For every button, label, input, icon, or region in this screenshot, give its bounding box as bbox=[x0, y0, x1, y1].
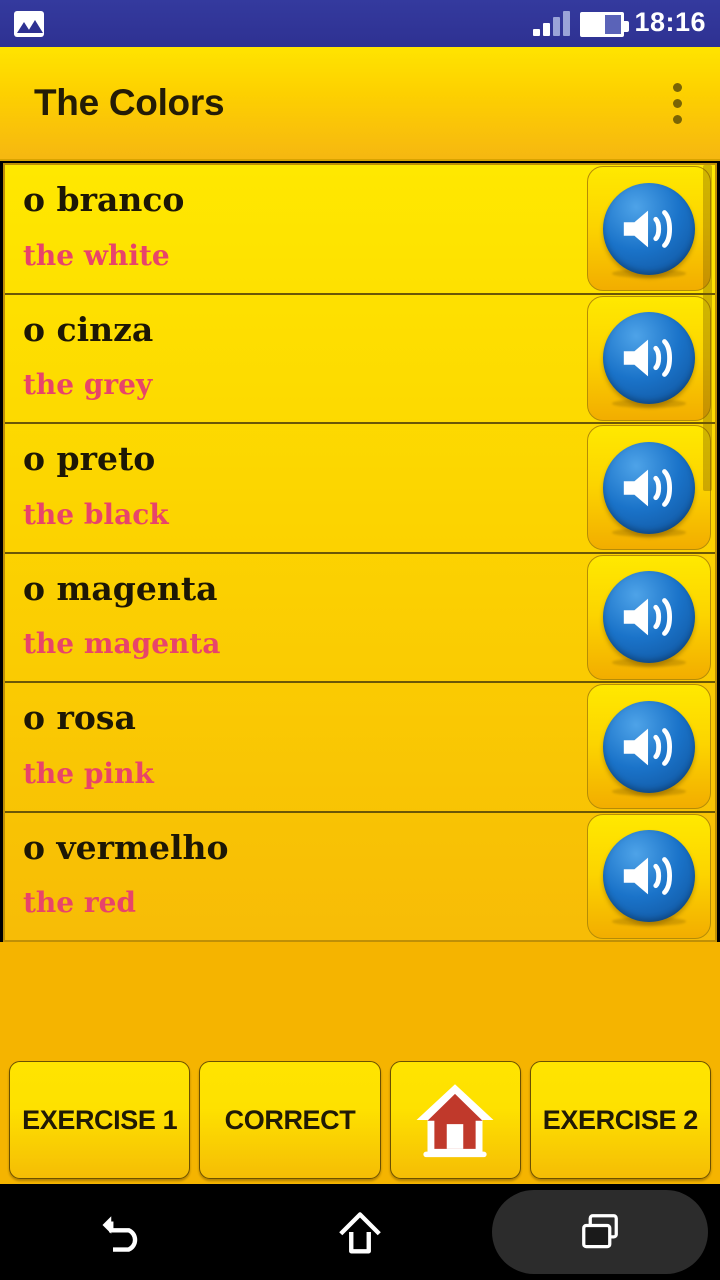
speaker-cell bbox=[583, 683, 715, 811]
signal-bars-icon bbox=[533, 10, 571, 39]
battery-icon bbox=[580, 11, 630, 37]
home-outline-icon bbox=[339, 1212, 381, 1254]
speaker-icon bbox=[603, 830, 695, 923]
list-item[interactable]: o rosa the pink bbox=[5, 683, 715, 813]
list-item-translation: the grey bbox=[23, 368, 153, 402]
nav-home-button[interactable] bbox=[240, 1184, 480, 1280]
speaker-cell bbox=[583, 554, 715, 682]
list-item-term: o magenta bbox=[23, 568, 218, 608]
nav-back-button[interactable] bbox=[0, 1184, 240, 1280]
speaker-icon bbox=[603, 441, 695, 534]
speaker-button[interactable] bbox=[587, 554, 711, 680]
recents-icon bbox=[582, 1214, 618, 1249]
speaker-button[interactable] bbox=[587, 684, 711, 810]
list-item-texts: o cinza the grey bbox=[5, 295, 583, 423]
speaker-cell bbox=[583, 813, 715, 941]
back-arrow-icon bbox=[102, 1216, 138, 1252]
list-item-term: o vermelho bbox=[23, 827, 229, 867]
speaker-icon bbox=[603, 700, 695, 793]
app-bar: The Colors bbox=[0, 47, 720, 161]
correct-button[interactable]: CORRECT bbox=[199, 1061, 381, 1179]
list-item[interactable]: o vermelho the red bbox=[5, 813, 715, 941]
nav-recents-button[interactable] bbox=[480, 1184, 720, 1280]
overflow-menu-icon[interactable] bbox=[667, 77, 688, 130]
vocabulary-list[interactable]: o branco the white o cinza the grey o pr… bbox=[3, 163, 717, 942]
list-item-term: o branco bbox=[23, 180, 185, 219]
exercise-2-button[interactable]: EXERCISE 2 bbox=[529, 1061, 711, 1179]
home-button[interactable] bbox=[389, 1061, 521, 1179]
status-bar-right: 18:16 bbox=[533, 6, 720, 39]
speaker-icon bbox=[603, 182, 695, 275]
gallery-icon bbox=[14, 10, 44, 37]
list-item-texts: o magenta the magenta bbox=[5, 554, 583, 682]
speaker-icon bbox=[603, 571, 695, 664]
list-item-term: o rosa bbox=[23, 698, 136, 737]
status-bar-left bbox=[0, 10, 44, 37]
list-item[interactable]: o cinza the grey bbox=[5, 295, 715, 424]
status-bar: 18:16 bbox=[0, 0, 720, 47]
list-item[interactable]: o magenta the magenta bbox=[5, 554, 715, 683]
app-screen: 18:16 The Colors o branco the white o ci… bbox=[0, 0, 720, 1280]
bottom-button-bar: EXERCISE 1 CORRECT EXERCISE 2 bbox=[0, 1056, 720, 1184]
list-item-term: o cinza bbox=[23, 309, 154, 349]
list-scrollbar[interactable] bbox=[703, 165, 712, 491]
list-item-texts: o rosa the pink bbox=[5, 683, 583, 811]
list-item-texts: o preto the black bbox=[5, 424, 583, 552]
page-title: The Colors bbox=[34, 82, 225, 123]
speaker-icon bbox=[603, 312, 695, 405]
list-item-translation: the pink bbox=[23, 756, 154, 790]
speaker-button[interactable] bbox=[587, 166, 711, 292]
list-item-texts: o branco the white bbox=[5, 165, 583, 293]
speaker-button[interactable] bbox=[587, 813, 711, 939]
android-nav-bar bbox=[0, 1184, 720, 1280]
list-item-translation: the white bbox=[23, 238, 170, 272]
list-item-texts: o vermelho the red bbox=[5, 813, 583, 941]
speaker-cell bbox=[583, 295, 715, 423]
status-bar-clock: 18:16 bbox=[634, 6, 706, 37]
speaker-button[interactable] bbox=[587, 425, 711, 551]
list-item-translation: the black bbox=[23, 497, 169, 531]
speaker-cell bbox=[583, 424, 715, 552]
speaker-button[interactable] bbox=[587, 295, 711, 421]
list-item-translation: the red bbox=[23, 886, 136, 920]
home-icon bbox=[416, 1084, 494, 1158]
list-item[interactable]: o preto the black bbox=[5, 424, 715, 554]
list-item[interactable]: o branco the white bbox=[5, 165, 715, 295]
speaker-cell bbox=[583, 165, 715, 293]
list-item-term: o preto bbox=[23, 439, 156, 478]
exercise-1-button[interactable]: EXERCISE 1 bbox=[9, 1061, 191, 1179]
list-item-translation: the magenta bbox=[23, 627, 221, 661]
